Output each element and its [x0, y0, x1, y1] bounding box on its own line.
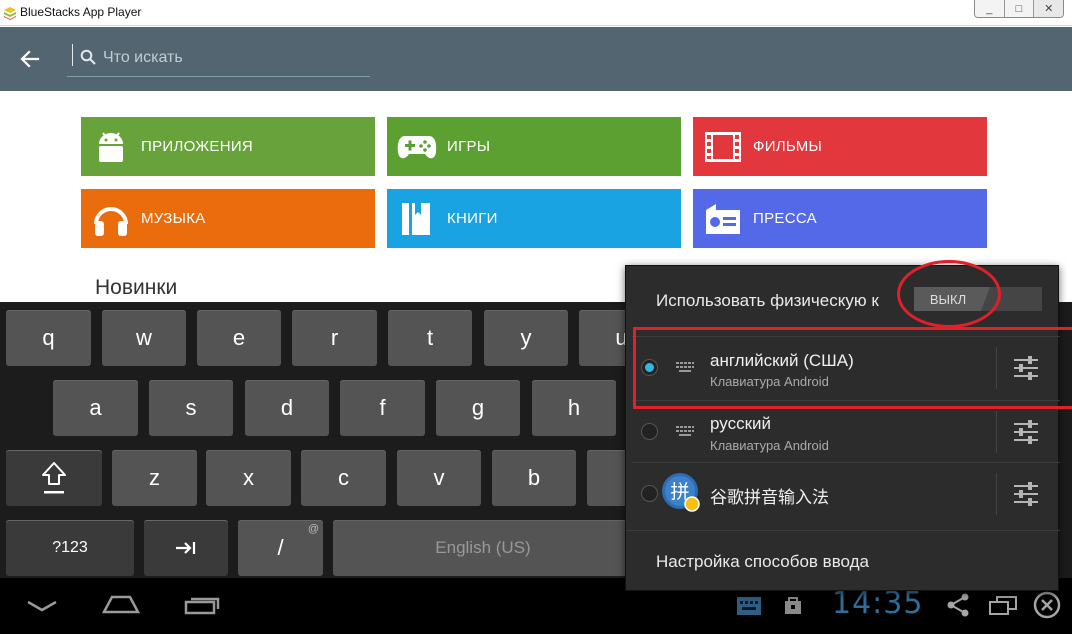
slash-key-alt: @ — [307, 523, 319, 535]
window-mode-icon[interactable] — [988, 594, 1018, 616]
input-method-name: русский — [710, 414, 772, 433]
input-method-english[interactable]: английский (США) Клавиатура Android — [632, 336, 1060, 398]
shift-arrow-icon — [42, 462, 66, 494]
key-t[interactable]: t — [388, 310, 472, 366]
close-window-button[interactable]: ✕ — [1034, 0, 1063, 17]
window-title: BlueStacks App Player — [20, 5, 142, 19]
category-games[interactable]: ИГРЫ — [387, 117, 681, 176]
category-books[interactable]: КНИГИ — [387, 189, 681, 248]
bluestacks-logo-icon — [4, 7, 16, 20]
slash-key-label: / — [277, 535, 284, 560]
notification-bag-icon[interactable] — [782, 594, 804, 616]
window-controls: _ □ ✕ — [974, 0, 1064, 18]
gamepad-icon — [397, 135, 437, 158]
settings-sliders-icon[interactable] — [1012, 355, 1040, 381]
key-d[interactable]: d — [245, 380, 329, 436]
minimize-button[interactable]: _ — [975, 0, 1005, 17]
maximize-button[interactable]: □ — [1004, 0, 1035, 17]
category-press[interactable]: ПРЕССА — [693, 189, 987, 248]
tab-arrow-icon — [176, 542, 196, 554]
input-method-russian[interactable]: русский Клавиатура Android — [632, 400, 1060, 462]
category-tiles: ПРИЛОЖЕНИЯ ИГРЫ ФИЛЬМЫ МУЗЫКА КНИГИ ПРЕС… — [81, 117, 987, 249]
key-w[interactable]: w — [102, 310, 186, 366]
category-press-label: ПРЕССА — [753, 210, 817, 227]
newspaper-icon — [706, 203, 740, 234]
radio-english[interactable] — [641, 359, 658, 376]
key-s[interactable]: s — [149, 380, 233, 436]
settings-sliders-icon[interactable] — [1012, 419, 1040, 445]
text-cursor — [72, 44, 73, 66]
input-method-popup: Использовать физическую к ВЫКЛ английски… — [625, 265, 1060, 592]
physical-keyboard-toggle[interactable]: ВЫКЛ — [914, 287, 1042, 311]
keyboard-status-icon[interactable] — [736, 596, 762, 616]
category-books-label: КНИГИ — [447, 210, 498, 227]
space-key[interactable]: English (US) — [333, 520, 633, 576]
physical-keyboard-label: Использовать физическую к — [656, 291, 879, 310]
headphones-icon — [94, 206, 128, 236]
keyboard-icon — [676, 426, 694, 436]
search-icon — [80, 49, 96, 65]
toggle-knob: ВЫКЛ — [914, 287, 990, 311]
category-music-label: МУЗЫКА — [141, 210, 206, 227]
share-icon[interactable] — [946, 593, 970, 617]
key-b[interactable]: b — [492, 450, 576, 506]
app-action-bar — [0, 27, 1072, 91]
key-y[interactable]: y — [484, 310, 568, 366]
radio-pinyin[interactable] — [641, 485, 658, 502]
key-a[interactable]: a — [53, 380, 138, 436]
recent-apps-icon[interactable] — [184, 595, 220, 615]
books-icon — [402, 202, 430, 235]
android-icon — [99, 131, 123, 162]
row-divider — [996, 411, 997, 453]
input-method-name: английский (США) — [710, 351, 854, 370]
section-title: Новинки — [95, 276, 178, 299]
search-box[interactable] — [67, 41, 370, 77]
home-icon[interactable] — [102, 594, 140, 614]
row-divider — [996, 473, 997, 515]
film-icon — [705, 131, 741, 162]
window-titlebar: BlueStacks App Player _ □ ✕ — [0, 0, 1072, 26]
search-input[interactable] — [103, 45, 353, 71]
keyboard-icon — [676, 362, 694, 372]
radio-russian[interactable] — [641, 423, 658, 440]
input-method-sub: Клавиатура Android — [710, 374, 829, 389]
pinyin-logo-icon: 拼 — [662, 473, 700, 512]
category-games-label: ИГРЫ — [447, 138, 491, 155]
input-settings-row[interactable]: Настройка способов ввода — [626, 530, 1060, 592]
input-method-name: 谷歌拼音输入法 — [710, 488, 829, 507]
tab-key[interactable] — [144, 520, 228, 576]
category-music[interactable]: МУЗЫКА — [81, 189, 375, 248]
key-h[interactable]: h — [532, 380, 616, 436]
key-g[interactable]: g — [436, 380, 520, 436]
category-apps[interactable]: ПРИЛОЖЕНИЯ — [81, 117, 375, 176]
physical-keyboard-row[interactable]: Использовать физическую к ВЫКЛ — [626, 266, 1060, 336]
category-movies-label: ФИЛЬМЫ — [753, 138, 823, 155]
close-circle-icon[interactable] — [1033, 591, 1061, 619]
key-r[interactable]: r — [292, 310, 377, 366]
shift-key[interactable] — [6, 450, 102, 506]
settings-sliders-icon[interactable] — [1012, 481, 1040, 507]
input-method-pinyin[interactable]: 拼 谷歌拼音输入法 — [632, 462, 1060, 524]
key-x[interactable]: x — [206, 450, 291, 506]
key-e[interactable]: e — [197, 310, 281, 366]
category-movies[interactable]: ФИЛЬМЫ — [693, 117, 987, 176]
hide-keyboard-icon[interactable] — [26, 600, 58, 612]
key-q[interactable]: q — [6, 310, 91, 366]
category-apps-label: ПРИЛОЖЕНИЯ — [141, 138, 254, 155]
input-method-sub: Клавиатура Android — [710, 438, 829, 453]
slash-key[interactable]: / @ — [238, 520, 323, 576]
key-z[interactable]: z — [112, 450, 197, 506]
symbols-key[interactable]: ?123 — [6, 520, 134, 576]
back-arrow-icon[interactable] — [18, 47, 42, 71]
input-settings-label: Настройка способов ввода — [656, 552, 869, 571]
key-f[interactable]: f — [340, 380, 425, 436]
key-c[interactable]: c — [301, 450, 386, 506]
key-v[interactable]: v — [397, 450, 481, 506]
row-divider — [996, 347, 997, 389]
